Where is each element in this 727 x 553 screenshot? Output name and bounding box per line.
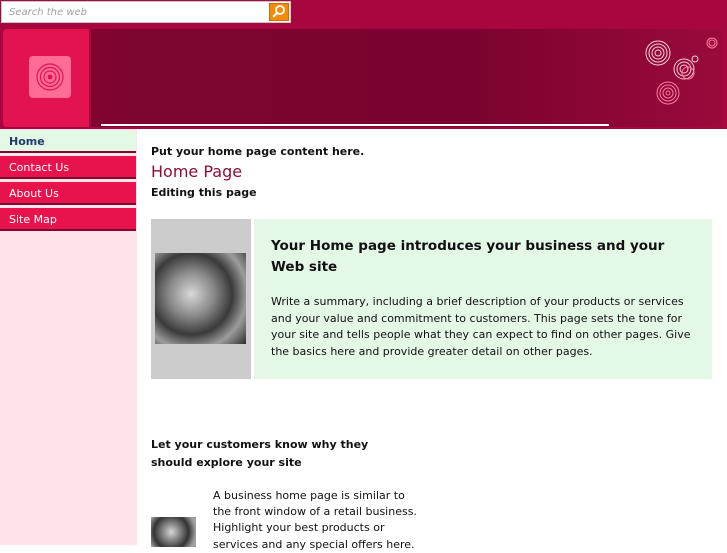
- nav-item-about-us[interactable]: About Us: [0, 182, 136, 205]
- sidebar: Home Contact Us About Us Site Map: [0, 129, 137, 545]
- search-box: [1, 1, 291, 23]
- header-banner: [0, 25, 727, 129]
- target-rings-icon: [29, 63, 71, 102]
- nav-item-home[interactable]: Home: [0, 130, 136, 153]
- banner-divider: [101, 124, 609, 126]
- search-icon: [272, 3, 286, 22]
- intro-text: Put your home page content here.: [151, 145, 365, 158]
- nav-item-site-map[interactable]: Site Map: [0, 208, 136, 231]
- search-button[interactable]: [269, 3, 289, 21]
- page-subtitle: Editing this page: [151, 186, 257, 199]
- section-title: Let your customers know why they should …: [151, 438, 369, 469]
- feature-image-panel: [151, 219, 251, 379]
- top-bar: [0, 0, 727, 25]
- site-logo[interactable]: [29, 56, 71, 98]
- swirl-circles-icon: [640, 37, 725, 116]
- banner-logo-panel: [3, 29, 89, 127]
- feature-title: Your Home page introduces your business …: [271, 238, 665, 275]
- page-title: Home Page: [151, 162, 243, 181]
- nav-item-contact-us[interactable]: Contact Us: [0, 156, 136, 179]
- feature-body: Write a summary, including a brief descr…: [271, 295, 691, 358]
- banner-main-panel: [91, 29, 722, 127]
- gears-image: [155, 253, 246, 344]
- section-thumbnail-image: [151, 517, 196, 547]
- section-body: A business home page is similar to the f…: [213, 489, 417, 551]
- search-input[interactable]: [2, 2, 268, 22]
